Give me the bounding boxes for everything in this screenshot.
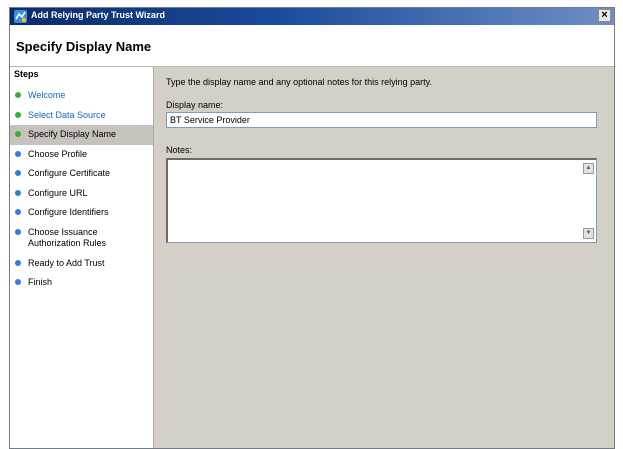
step-label: Choose Profile: [28, 148, 88, 159]
page-title: Specify Display Name: [16, 39, 152, 54]
step-finish: Finish: [10, 273, 153, 293]
step-pending-icon: [15, 150, 21, 157]
steps-list: Welcome Select Data Source Specify Displ…: [10, 86, 153, 293]
step-ready-to-add-trust: Ready to Add Trust: [10, 254, 153, 274]
title-bar[interactable]: Add Relying Party Trust Wizard ×: [10, 8, 614, 25]
step-pending-icon: [15, 279, 21, 285]
step-label: Choose Issuance Authorization Rules: [28, 227, 106, 249]
step-label: Welcome: [28, 90, 66, 100]
step-configure-certificate: Configure Certificate: [10, 164, 153, 184]
step-label: Specify Display Name: [28, 129, 117, 139]
step-pending-icon: [15, 170, 21, 176]
step-label: Ready to Add Trust: [28, 257, 105, 268]
display-name-label: Display name:: [166, 100, 224, 110]
step-pending-icon: [15, 209, 21, 215]
window-title: Add Relying Party Trust Wizard: [31, 10, 165, 20]
steps-title: Steps: [14, 69, 39, 79]
step-select-data-source: Select Data Source: [10, 106, 153, 126]
notes-label: Notes:: [166, 145, 193, 155]
scroll-down-icon[interactable]: ▼: [583, 228, 594, 239]
step-label: Configure URL: [28, 187, 88, 198]
scroll-up-icon[interactable]: ▲: [583, 163, 594, 174]
app-icon: [14, 10, 27, 23]
step-choose-profile: Choose Profile: [10, 145, 153, 165]
step-pending-icon: [15, 189, 21, 196]
step-done-icon: [15, 92, 21, 98]
step-label: Finish: [28, 277, 53, 287]
step-label: Configure Certificate: [28, 168, 111, 178]
steps-panel: Steps Welcome Select Data Source Specify…: [10, 67, 154, 448]
wizard-window: Add Relying Party Trust Wizard × Specify…: [9, 7, 615, 449]
step-label: Select Data Source: [28, 109, 106, 120]
step-choose-issuance-authorization-rules: Choose Issuance Authorization Rules: [10, 223, 153, 254]
step-label-line-1: Choose Issuance: [28, 226, 98, 237]
instructions-text: Type the display name and any optional n…: [166, 77, 432, 87]
step-done-icon: [15, 111, 21, 118]
wizard-header: Specify Display Name: [10, 25, 614, 67]
step-current-icon: [15, 131, 21, 137]
step-configure-identifiers: Configure Identifiers: [10, 203, 153, 223]
step-configure-url: Configure URL: [10, 184, 153, 204]
step-pending-icon: [15, 228, 21, 235]
step-specify-display-name: Specify Display Name: [10, 125, 153, 145]
display-name-input[interactable]: [166, 112, 597, 128]
step-label-line-2: Authorization Rules: [28, 237, 107, 248]
step-label: Configure Identifiers: [28, 207, 109, 217]
close-icon[interactable]: ×: [598, 9, 611, 22]
notes-textarea[interactable]: ▲ ▼: [166, 158, 597, 243]
content-panel: Type the display name and any optional n…: [154, 67, 614, 448]
notes-scrollbar[interactable]: ▲ ▼: [582, 160, 596, 242]
step-welcome: Welcome: [10, 86, 153, 106]
step-pending-icon: [15, 259, 21, 266]
